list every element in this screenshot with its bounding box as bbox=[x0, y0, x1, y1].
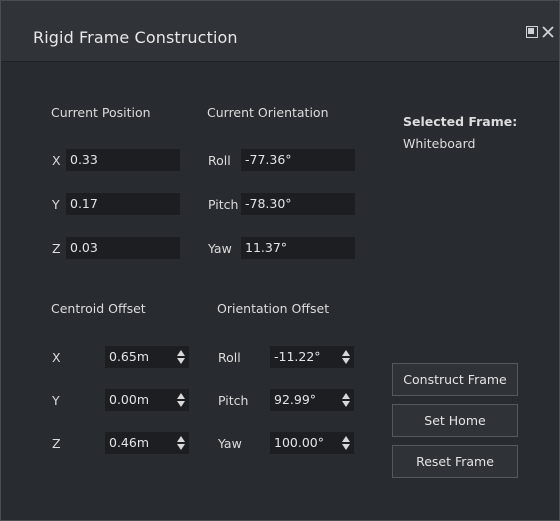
offset-pitch-value[interactable]: 92.99° bbox=[274, 389, 316, 411]
orientation-pitch-label: Pitch bbox=[208, 197, 239, 212]
set-home-button[interactable]: Set Home bbox=[392, 404, 518, 437]
offset-pitch-spinbox[interactable]: 92.99° bbox=[270, 389, 354, 411]
float-icon[interactable] bbox=[526, 26, 538, 41]
panel-content: Current Position X 0.33 Y 0.17 Z 0.03 Cu… bbox=[1, 62, 559, 520]
offset-pitch-label: Pitch bbox=[218, 393, 249, 408]
centroid-y-label: Y bbox=[52, 393, 60, 408]
orientation-yaw-field: 11.37° bbox=[241, 237, 355, 259]
centroid-z-value[interactable]: 0.46m bbox=[109, 432, 149, 454]
orientation-roll-label: Roll bbox=[208, 153, 231, 168]
spin-arrows-icon[interactable] bbox=[342, 348, 351, 366]
centroid-z-spinbox[interactable]: 0.46m bbox=[105, 432, 189, 454]
position-y-label: Y bbox=[52, 197, 60, 212]
position-z-label: Z bbox=[52, 241, 61, 256]
orientation-pitch-field: -78.30° bbox=[241, 193, 355, 215]
construct-frame-button[interactable]: Construct Frame bbox=[392, 363, 518, 396]
orientation-yaw-label: Yaw bbox=[208, 241, 232, 256]
spin-arrows-icon[interactable] bbox=[177, 434, 186, 452]
centroid-y-spinbox[interactable]: 0.00m bbox=[105, 389, 189, 411]
reset-frame-button[interactable]: Reset Frame bbox=[392, 445, 518, 478]
window-title: Rigid Frame Construction bbox=[33, 28, 238, 47]
title-bar[interactable]: Rigid Frame Construction bbox=[1, 1, 559, 62]
centroid-x-label: X bbox=[52, 350, 61, 365]
centroid-offset-heading: Centroid Offset bbox=[51, 301, 146, 316]
spin-arrows-icon[interactable] bbox=[342, 391, 351, 409]
centroid-x-spinbox[interactable]: 0.65m bbox=[105, 346, 189, 368]
centroid-y-value[interactable]: 0.00m bbox=[109, 389, 149, 411]
position-x-label: X bbox=[52, 153, 61, 168]
offset-roll-label: Roll bbox=[218, 350, 241, 365]
rigid-frame-window: Rigid Frame Construction Current Positio… bbox=[0, 0, 560, 521]
centroid-x-value[interactable]: 0.65m bbox=[109, 346, 149, 368]
spin-arrows-icon[interactable] bbox=[177, 348, 186, 366]
orientation-offset-heading: Orientation Offset bbox=[217, 301, 330, 316]
position-z-field: 0.03 bbox=[66, 237, 180, 259]
current-position-heading: Current Position bbox=[51, 105, 151, 120]
spin-arrows-icon[interactable] bbox=[342, 434, 351, 452]
current-orientation-heading: Current Orientation bbox=[207, 105, 329, 120]
orientation-roll-field: -77.36° bbox=[241, 149, 355, 171]
position-x-field: 0.33 bbox=[66, 149, 180, 171]
offset-yaw-value[interactable]: 100.00° bbox=[274, 432, 324, 454]
selected-frame-heading: Selected Frame: bbox=[403, 114, 518, 129]
offset-yaw-spinbox[interactable]: 100.00° bbox=[270, 432, 354, 454]
offset-roll-value[interactable]: -11.22° bbox=[274, 346, 321, 368]
spin-arrows-icon[interactable] bbox=[177, 391, 186, 409]
offset-yaw-label: Yaw bbox=[218, 436, 242, 451]
offset-roll-spinbox[interactable]: -11.22° bbox=[270, 346, 354, 368]
selected-frame-value: Whiteboard bbox=[403, 136, 476, 151]
position-y-field: 0.17 bbox=[66, 193, 180, 215]
close-icon[interactable] bbox=[542, 26, 554, 41]
centroid-z-label: Z bbox=[52, 436, 61, 451]
